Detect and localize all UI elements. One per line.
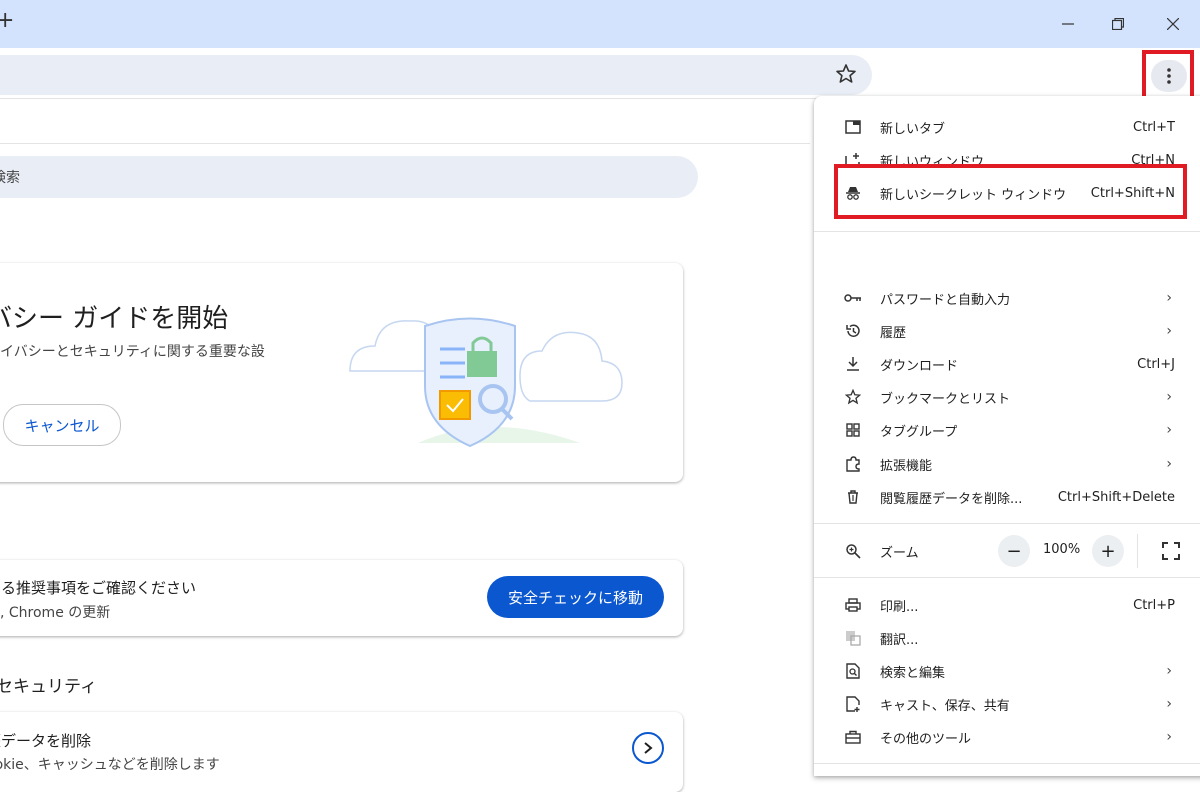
menu-item-clear-browsing-data[interactable]: 閲覧履歴データを削除... Ctrl+Shift+Delete [814, 481, 1200, 513]
zoom-level: 100% [1043, 542, 1081, 557]
safety-check-text: する推奨事項をご確認ください [0, 579, 197, 597]
extension-icon [844, 455, 862, 473]
restore-icon[interactable] [1103, 10, 1133, 38]
menu-item-label: 印刷... [880, 599, 919, 615]
menu-item-label: キャスト、保存、共有 [880, 698, 1010, 714]
menu-separator [814, 231, 1200, 232]
clear-data-subtext: ookie、キャッシュなどを削除します [0, 757, 220, 773]
history-icon [844, 322, 862, 340]
privacy-guide-card: バシー ガイドを開始 ライバシーとセキュリティに関する重要な設 す キャンセル [0, 263, 683, 482]
menu-item-search-and-edit[interactable]: 検索と編集 › [814, 655, 1200, 687]
menu-item-extensions[interactable]: 拡張機能 › [814, 448, 1200, 480]
menu-item-label: 拡張機能 [880, 458, 933, 474]
safety-check-card: する推奨事項をご確認ください ド, Chrome の更新 安全チェックに移動 [0, 560, 683, 636]
highlight-menu-button [1142, 50, 1194, 101]
menu-item-cast-save-share[interactable]: キャスト、保存、共有 › [814, 688, 1200, 720]
chevron-right-icon: › [1166, 389, 1172, 405]
menu-item-history[interactable]: 履歴 › [814, 315, 1200, 347]
arrow-right-icon[interactable] [632, 732, 664, 764]
cancel-button[interactable]: キャンセル [3, 404, 121, 446]
menu-item-shortcut: Ctrl+Shift+Delete [1057, 489, 1175, 505]
safety-check-subtext: ド, Chrome の更新 [0, 605, 111, 621]
menu-item-label: パスワードと自動入力 [880, 292, 1011, 308]
menu-item-label: タブグループ [880, 424, 958, 440]
toolbox-icon [844, 728, 862, 746]
menu-item-more-tools[interactable]: その他のツール › [814, 721, 1200, 753]
privacy-guide-title: バシー ガイドを開始 [0, 304, 229, 334]
page-header-divider [0, 143, 810, 144]
search-placeholder: 検索 [0, 170, 20, 186]
menu-separator [814, 523, 1200, 524]
menu-item-label: ブックマークとリスト [880, 391, 1011, 407]
cast-icon [844, 695, 862, 713]
download-icon [844, 355, 862, 373]
close-icon[interactable] [1158, 10, 1188, 38]
menu-item-label: 翻訳... [880, 632, 919, 648]
go-to-safety-check-button[interactable]: 安全チェックに移動 [487, 576, 664, 618]
new-tab-icon [844, 118, 862, 136]
clear-data-card[interactable]: 歴データを削除 ookie、キャッシュなどを削除します [0, 712, 683, 792]
translate-icon [844, 629, 862, 647]
menu-separator [814, 763, 1200, 764]
menu-separator [814, 577, 1200, 578]
privacy-shield-illustration [349, 317, 623, 448]
search-edit-icon [844, 662, 862, 680]
toolbar [0, 48, 1200, 99]
chevron-right-icon: › [1166, 696, 1172, 712]
chevron-right-icon: › [1166, 422, 1172, 438]
print-icon [844, 596, 862, 614]
trash-icon [844, 488, 862, 506]
menu-item-translate[interactable]: 翻訳... [814, 622, 1200, 654]
security-section-title: セキュリティ [0, 677, 97, 697]
clear-data-title: 歴データを削除 [0, 732, 92, 750]
menu-item-shortcut: Ctrl+T [1133, 119, 1175, 135]
chevron-right-icon: › [1166, 456, 1172, 472]
zoom-in-button[interactable]: + [1092, 535, 1124, 567]
bookmark-star-icon[interactable] [834, 62, 858, 86]
description-line: す [0, 363, 296, 385]
menu-item-label: 履歴 [880, 325, 907, 341]
menu-item-label: ダウンロード [880, 358, 959, 374]
highlight-incognito-item [834, 164, 1187, 219]
zoom-out-button[interactable]: − [998, 535, 1030, 567]
fullscreen-icon[interactable] [1160, 540, 1182, 562]
zoom-magnifier-icon [844, 542, 862, 560]
menu-item-print[interactable]: 印刷... Ctrl+P [814, 589, 1200, 621]
menu-item-label: 新しいタブ [880, 121, 946, 137]
tab-strip: + [0, 0, 1200, 48]
zoom-label: ズーム [880, 545, 919, 561]
description-line: ライバシーとセキュリティに関する重要な設 [0, 344, 265, 360]
chevron-right-icon: › [1166, 323, 1172, 339]
star-icon [844, 388, 862, 406]
key-icon [844, 289, 862, 307]
tab-groups-icon [844, 421, 862, 439]
minimize-icon[interactable] [1053, 10, 1083, 38]
menu-item-shortcut: Ctrl+J [1137, 356, 1175, 372]
menu-item-shortcut: Ctrl+P [1133, 597, 1175, 613]
menu-item-label: 閲覧履歴データを削除... [880, 491, 1023, 507]
menu-item-downloads[interactable]: ダウンロード Ctrl+J [814, 348, 1200, 380]
menu-item-tab-groups[interactable]: タブグループ › [814, 414, 1200, 446]
menu-item-label: 検索と編集 [880, 665, 946, 681]
chevron-right-icon: › [1166, 663, 1172, 679]
menu-item-passwords[interactable]: パスワードと自動入力 › [814, 282, 1200, 314]
menu-item-label: その他のツール [880, 731, 972, 747]
settings-search-input[interactable]: 検索 [0, 156, 698, 198]
menu-item-bookmarks[interactable]: ブックマークとリスト › [814, 381, 1200, 413]
chevron-right-icon: › [1166, 729, 1172, 745]
new-tab-button[interactable]: + [0, 8, 14, 33]
zoom-divider [1137, 534, 1138, 568]
chevron-right-icon: › [1166, 290, 1172, 306]
privacy-guide-description: ライバシーとセキュリティに関する重要な設 す [0, 341, 296, 385]
address-bar[interactable] [0, 55, 872, 95]
menu-item-new-tab[interactable]: 新しいタブ Ctrl+T [814, 111, 1200, 143]
